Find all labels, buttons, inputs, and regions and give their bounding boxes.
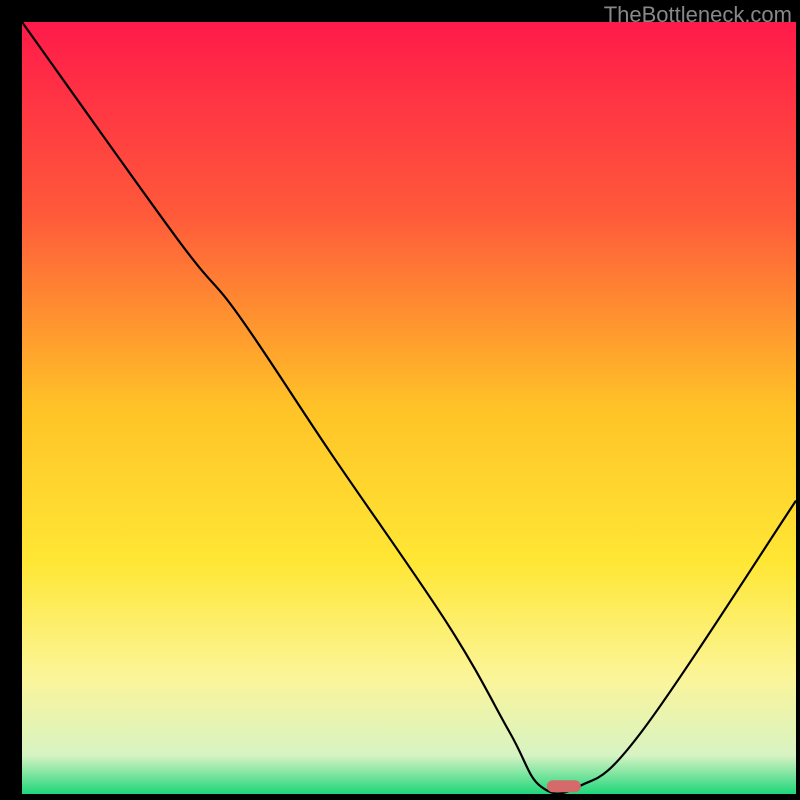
watermark-text: TheBottleneck.com xyxy=(604,2,792,28)
bottleneck-chart xyxy=(0,0,800,800)
optimal-marker xyxy=(547,780,581,792)
chart-container: { "watermark": "TheBottleneck.com", "cha… xyxy=(0,0,800,800)
